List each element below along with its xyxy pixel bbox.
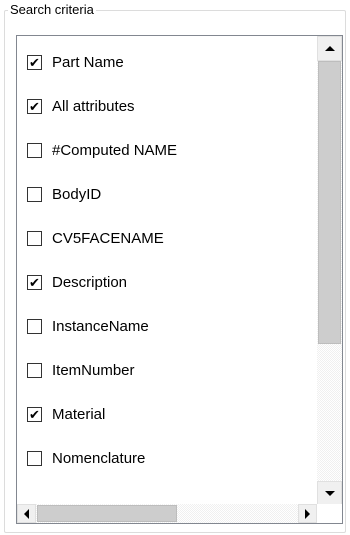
check-icon: ✔ <box>29 98 40 114</box>
horizontal-scrollbar[interactable] <box>17 504 317 523</box>
list-item[interactable]: ✔ All attributes <box>17 84 317 128</box>
scroll-down-button[interactable] <box>317 481 342 506</box>
item-label: BodyID <box>52 185 102 203</box>
arrow-right-icon <box>305 508 310 519</box>
check-icon: ✔ <box>29 406 40 422</box>
item-checkbox[interactable]: ✔ <box>27 98 42 114</box>
scroll-up-button[interactable] <box>317 36 342 61</box>
item-checkbox[interactable]: ✔ <box>27 406 42 422</box>
list-item[interactable]: InstanceName <box>17 304 317 348</box>
list-item[interactable]: #Computed NAME <box>17 128 317 172</box>
item-label: Material <box>52 405 106 423</box>
vertical-scroll-thumb[interactable] <box>318 61 341 344</box>
scrollbar-corner <box>317 504 342 523</box>
item-checkbox[interactable] <box>27 450 42 466</box>
item-checkbox[interactable] <box>27 186 42 202</box>
list-item[interactable]: ✔ Part Name <box>17 40 317 84</box>
arrow-up-icon <box>324 46 335 51</box>
list-item[interactable]: ✔ Description <box>17 260 317 304</box>
vertical-scrollbar[interactable] <box>317 36 342 506</box>
check-icon: ✔ <box>29 54 40 70</box>
item-label: CV5FACENAME <box>52 229 164 247</box>
item-checkbox[interactable] <box>27 142 42 158</box>
item-label: #Computed NAME <box>52 141 178 159</box>
item-checkbox[interactable] <box>27 362 42 378</box>
item-label: Part Name <box>52 53 124 71</box>
check-icon: ✔ <box>29 274 40 290</box>
list-item[interactable]: CV5FACENAME <box>17 216 317 260</box>
item-checkbox[interactable] <box>27 230 42 246</box>
search-criteria-list[interactable]: ✔ Part Name ✔ All attributes #Computed N… <box>16 35 343 524</box>
arrow-down-icon <box>324 491 335 496</box>
list-item[interactable]: BodyID <box>17 172 317 216</box>
item-label: Nomenclature <box>52 449 146 467</box>
search-criteria-title: Search criteria <box>8 2 96 18</box>
item-label: Description <box>52 273 128 291</box>
item-label: ItemNumber <box>52 361 135 379</box>
scroll-right-button[interactable] <box>298 504 317 523</box>
item-checkbox[interactable]: ✔ <box>27 54 42 70</box>
item-checkbox[interactable] <box>27 318 42 334</box>
arrow-left-icon <box>24 508 29 519</box>
list-item[interactable]: Nomenclature <box>17 436 317 480</box>
scroll-left-button[interactable] <box>17 504 36 523</box>
horizontal-scroll-thumb[interactable] <box>37 505 177 522</box>
item-label: All attributes <box>52 97 135 115</box>
list-item[interactable]: ✔ Material <box>17 392 317 436</box>
item-label: InstanceName <box>52 317 149 335</box>
list-item[interactable]: ItemNumber <box>17 348 317 392</box>
item-checkbox[interactable]: ✔ <box>27 274 42 290</box>
